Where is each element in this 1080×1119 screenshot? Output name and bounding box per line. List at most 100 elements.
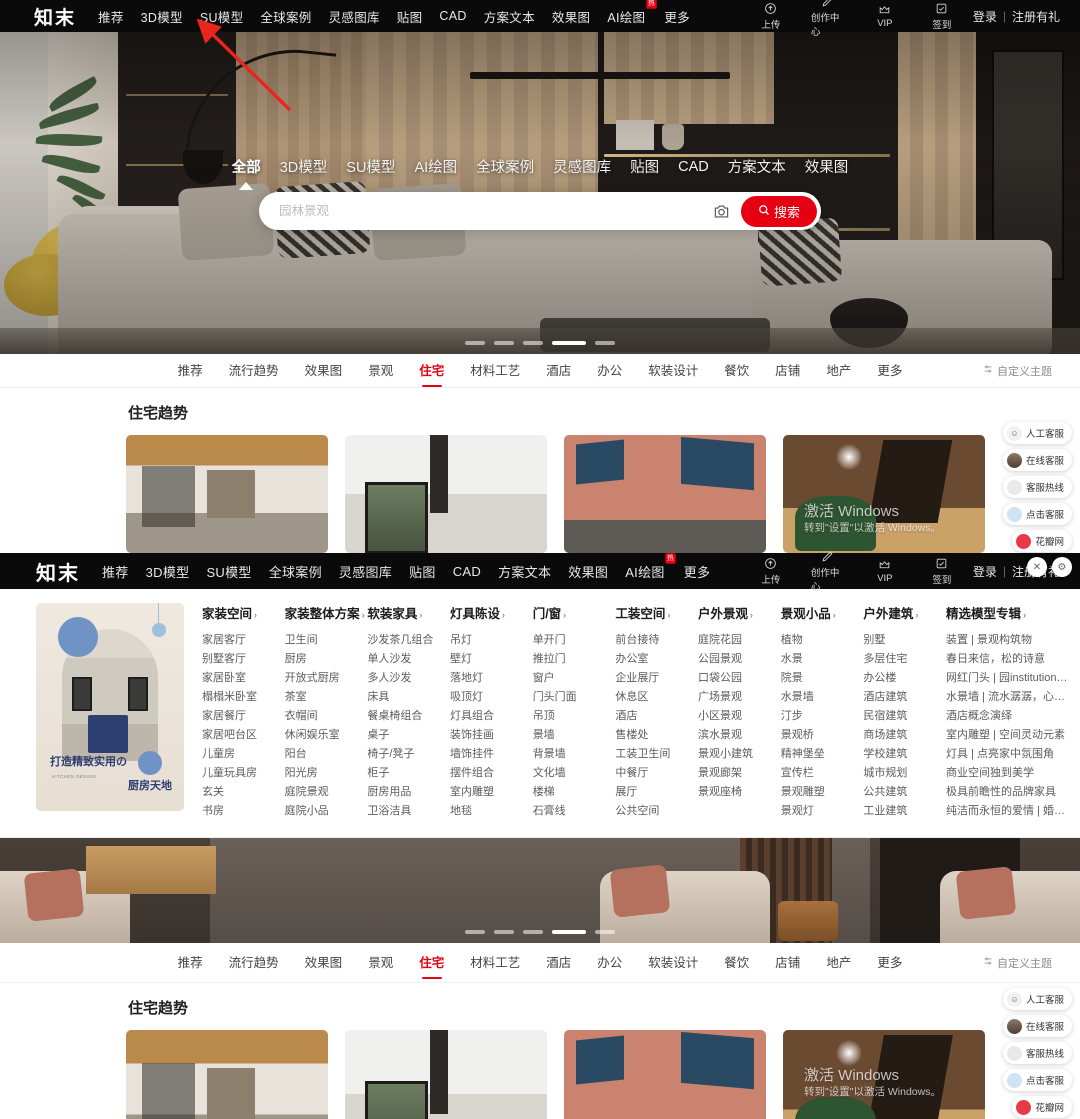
click-service-button[interactable]: 点击客服 <box>1002 503 1072 525</box>
mega-item[interactable]: 展厅 <box>615 783 694 802</box>
category-tab-more[interactable]: 更多 <box>877 360 902 381</box>
category2-tab-residential[interactable]: 住宅 <box>419 952 444 973</box>
mega-column-title[interactable]: 家装空间 › <box>202 603 281 622</box>
nav2-item-cad[interactable]: CAD <box>453 564 481 579</box>
carousel-dot-1[interactable] <box>465 341 485 345</box>
mega-item[interactable]: 庭院小品 <box>285 802 364 821</box>
site-logo[interactable]: 知末 <box>34 3 76 30</box>
nav-item-cad[interactable]: CAD <box>439 9 466 23</box>
mega-item[interactable]: 柜子 <box>367 764 446 783</box>
mega-item[interactable]: 极具前瞻性的品牌家具 <box>946 783 1068 802</box>
mega-item[interactable]: 宣传栏 <box>781 764 860 783</box>
hero-tab-textures[interactable]: 贴图 <box>630 156 659 177</box>
carousel-dot-2[interactable] <box>494 341 514 345</box>
nav2-item-3d-model[interactable]: 3D模型 <box>146 562 190 581</box>
mega-item[interactable]: 景墙 <box>533 726 612 745</box>
mega-item[interactable]: 水景墙 <box>781 688 860 707</box>
carousel-dot-1[interactable] <box>465 930 485 934</box>
nav-item-su-model[interactable]: SU模型 <box>200 7 244 26</box>
mega-item[interactable]: 小区景观 <box>698 707 777 726</box>
category2-tab-shop[interactable]: 店铺 <box>775 952 800 973</box>
mega-item[interactable]: 植物 <box>781 631 860 650</box>
mega-item[interactable]: 春日来信，松的诗意 <box>946 650 1068 669</box>
mega-column-title[interactable]: 景观小品 › <box>781 603 860 622</box>
custom-theme-button[interactable]: 自定义主题 <box>983 363 1052 379</box>
nav2-item-more[interactable]: 更多 <box>684 562 711 581</box>
carousel-dot-2[interactable] <box>494 930 514 934</box>
nav-item-ai-drawing[interactable]: AI绘图 热 <box>607 0 658 26</box>
nav2-item-inspiration-gallery[interactable]: 灵感图库 <box>339 562 392 581</box>
mega-item[interactable]: 公共空间 <box>615 802 694 821</box>
mega-item[interactable]: 家居卧室 <box>202 669 281 688</box>
mega-item[interactable]: 门头门面 <box>533 688 612 707</box>
login-link-secondary[interactable]: 登录 <box>973 563 997 580</box>
mega-item[interactable]: 酒店建筑 <box>863 688 942 707</box>
mega-item[interactable]: 阳台 <box>285 745 364 764</box>
trend-card[interactable] <box>345 1030 547 1119</box>
category-tab-materials[interactable]: 材料工艺 <box>470 360 520 381</box>
mega-item[interactable]: 吸顶灯 <box>450 688 529 707</box>
mega-item[interactable]: 开放式厨房 <box>285 669 364 688</box>
mega-item[interactable]: 推拉门 <box>533 650 612 669</box>
mega-item[interactable]: 多层住宅 <box>863 650 942 669</box>
mega-item[interactable]: 灯具 | 点亮家中氛围角 <box>946 745 1068 764</box>
upload-button[interactable]: 上传 <box>754 2 788 31</box>
category2-tab-office[interactable]: 办公 <box>597 952 622 973</box>
mega-item[interactable]: 儿童玩具房 <box>202 764 281 783</box>
carousel-dot-3[interactable] <box>523 341 543 345</box>
nav2-item-textures[interactable]: 贴图 <box>409 562 436 581</box>
category-tab-dining[interactable]: 餐饮 <box>724 360 749 381</box>
category2-tab-renderings[interactable]: 效果图 <box>305 952 343 973</box>
mega-item[interactable]: 家居吧台区 <box>202 726 281 745</box>
mega-item[interactable]: 办公室 <box>615 650 694 669</box>
mega-item[interactable]: 石膏线 <box>533 802 612 821</box>
category2-tab-landscape[interactable]: 景观 <box>368 952 393 973</box>
category-tab-trending[interactable]: 流行趋势 <box>229 360 279 381</box>
mega-item[interactable]: 纯洁而永恒的爱情 | 婚礼美陈 <box>946 802 1068 821</box>
mega-item[interactable]: 窗户 <box>533 669 612 688</box>
category-tab-recommend[interactable]: 推荐 <box>178 360 203 381</box>
nav-item-more[interactable]: 更多 <box>664 7 690 26</box>
nav-item-textures[interactable]: 贴图 <box>397 7 423 26</box>
mega-item[interactable]: 售楼处 <box>615 726 694 745</box>
hero-tab-su-model[interactable]: SU模型 <box>346 156 395 177</box>
mega-item[interactable]: 吊灯 <box>450 631 529 650</box>
category2-tab-trending[interactable]: 流行趋势 <box>229 952 279 973</box>
mega-item[interactable]: 摆件组合 <box>450 764 529 783</box>
mega-item[interactable]: 企业展厅 <box>615 669 694 688</box>
mega-item[interactable]: 工装卫生间 <box>615 745 694 764</box>
human-service-button-secondary[interactable]: ☺ 人工客服 <box>1002 988 1072 1010</box>
carousel-dot-5[interactable] <box>595 930 615 934</box>
mega-item[interactable]: 单人沙发 <box>367 650 446 669</box>
mega-column-title[interactable]: 家装整体方案 › <box>285 603 365 622</box>
mega-item[interactable]: 家居餐厅 <box>202 707 281 726</box>
mega-item[interactable]: 庭院景观 <box>285 783 364 802</box>
nav-item-global-cases[interactable]: 全球案例 <box>260 7 311 26</box>
mega-item[interactable]: 酒店概念演绎 <box>946 707 1068 726</box>
hero-tab-renderings[interactable]: 效果图 <box>805 156 849 177</box>
mega-item[interactable]: 沙发茶几组合 <box>367 631 446 650</box>
hero-tab-3d-model[interactable]: 3D模型 <box>280 156 328 177</box>
mega-item[interactable]: 装饰挂画 <box>450 726 529 745</box>
petal-site-button[interactable]: 花瓣网 <box>1012 530 1072 552</box>
mega-item[interactable]: 家居客厅 <box>202 631 281 650</box>
mega-item[interactable]: 水景 <box>781 650 860 669</box>
mega-item[interactable]: 公共建筑 <box>863 783 942 802</box>
mega-item[interactable]: 落地灯 <box>450 669 529 688</box>
category2-tab-more[interactable]: 更多 <box>877 952 902 973</box>
mega-item[interactable]: 床具 <box>367 688 446 707</box>
mega-item[interactable]: 景观廊架 <box>698 764 777 783</box>
carousel-dot-3[interactable] <box>523 930 543 934</box>
mega-item[interactable]: 玄关 <box>202 783 281 802</box>
mega-item[interactable]: 城市规划 <box>863 764 942 783</box>
category-tab-residential[interactable]: 住宅 <box>419 360 444 381</box>
nav-item-scheme-text[interactable]: 方案文本 <box>484 7 535 26</box>
service-hotline-button-secondary[interactable]: 客服热线 <box>1002 1042 1072 1064</box>
mega-item[interactable]: 景观雕塑 <box>781 783 860 802</box>
mega-column-title[interactable]: 软装家具 › <box>367 603 446 622</box>
mega-item[interactable]: 背景墙 <box>533 745 612 764</box>
mega-item[interactable]: 办公楼 <box>863 669 942 688</box>
hero-tab-inspiration-gallery[interactable]: 灵感图库 <box>553 156 611 177</box>
mega-item[interactable]: 口袋公园 <box>698 669 777 688</box>
nav-item-recommend[interactable]: 推荐 <box>98 7 124 26</box>
